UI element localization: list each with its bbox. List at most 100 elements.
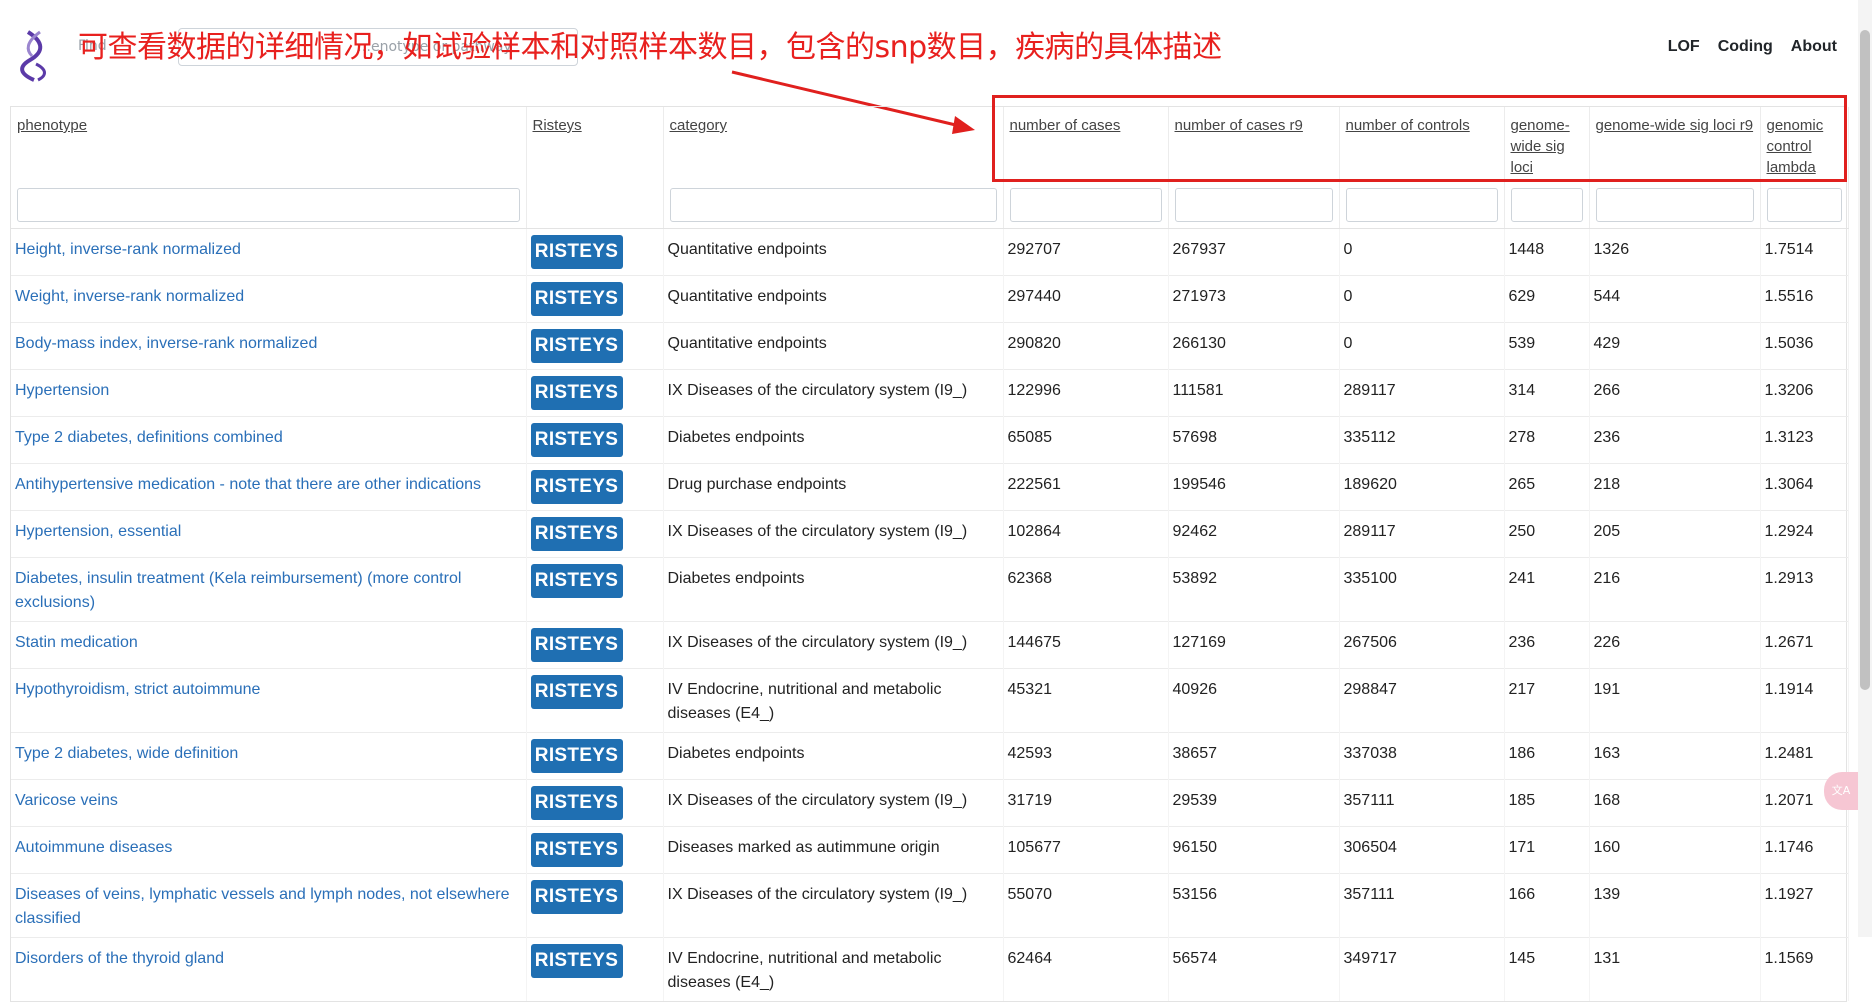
risteys-button[interactable]: RISTEYS xyxy=(530,423,623,457)
col-header-controls[interactable]: number of controls xyxy=(1339,107,1505,184)
cases-r9-cell: 266130 xyxy=(1172,335,1226,352)
phenotype-link[interactable]: Height, inverse-rank normalized xyxy=(15,241,241,258)
risteys-button[interactable]: RISTEYS xyxy=(530,376,623,410)
phenotype-link[interactable]: Antihypertensive medication - note that … xyxy=(15,476,481,493)
table-cell: Weight, inverse-rank normalized xyxy=(11,275,527,323)
table-cell: 290820 xyxy=(1003,322,1169,370)
table-cell: 241 xyxy=(1504,557,1590,622)
risteys-button[interactable]: RISTEYS xyxy=(530,739,623,773)
cases-cell: 65085 xyxy=(1007,429,1053,446)
risteys-button[interactable]: RISTEYS xyxy=(530,517,623,551)
col-header-lambda[interactable]: genomic control lambda xyxy=(1760,107,1849,184)
gw-sig-loci-r9-cell: 429 xyxy=(1593,335,1621,352)
phenotype-link[interactable]: Weight, inverse-rank normalized xyxy=(15,288,244,305)
table-cell: RISTEYS xyxy=(526,668,664,733)
scrollbar[interactable] xyxy=(1858,0,1872,937)
nav-lof[interactable]: LOF xyxy=(1668,38,1700,56)
table-cell: 278 xyxy=(1504,416,1590,464)
risteys-button[interactable]: RISTEYS xyxy=(530,833,623,867)
table-cell: IX Diseases of the circulatory system (I… xyxy=(663,779,1004,827)
table-cell: 163 xyxy=(1589,732,1761,780)
col-header-cases[interactable]: number of cases xyxy=(1003,107,1169,184)
cases-r9-cell: 29539 xyxy=(1172,792,1218,809)
table-cell: RISTEYS xyxy=(526,937,664,1001)
col-header-risteys[interactable]: Risteys xyxy=(526,107,664,184)
risteys-button[interactable]: RISTEYS xyxy=(530,944,623,978)
controls-cell: 289117 xyxy=(1343,523,1396,540)
col-header-category[interactable]: category xyxy=(663,107,1004,184)
lambda-cell: 1.5516 xyxy=(1764,288,1814,305)
cases-r9-cell: 53156 xyxy=(1172,886,1218,903)
phenotype-link[interactable]: Diabetes, insulin treatment (Kela reimbu… xyxy=(15,570,461,611)
table-cell: RISTEYS xyxy=(526,416,664,464)
table-cell: Diseases of veins, lymphatic vessels and… xyxy=(11,873,527,938)
cases-r9-cell: 199546 xyxy=(1172,476,1226,493)
table-cell: 349717 xyxy=(1339,937,1505,1001)
cases-r9-cell: 40926 xyxy=(1172,681,1218,698)
filter-lambda-input[interactable] xyxy=(1766,188,1842,222)
category-cell: IX Diseases of the circulatory system (I… xyxy=(667,634,968,651)
risteys-button[interactable]: RISTEYS xyxy=(530,628,623,662)
nav-coding[interactable]: Coding xyxy=(1718,38,1773,56)
phenotype-link[interactable]: Autoimmune diseases xyxy=(15,839,172,856)
filter-gw-sig-loci-r9-input[interactable] xyxy=(1595,188,1754,222)
risteys-button[interactable]: RISTEYS xyxy=(530,282,623,316)
table-cell: 185 xyxy=(1504,779,1590,827)
phenotype-link[interactable]: Body-mass index, inverse-rank normalized xyxy=(15,335,317,352)
phenotype-link[interactable]: Disorders of the thyroid gland xyxy=(15,950,224,967)
phenotype-link[interactable]: Type 2 diabetes, definitions combined xyxy=(15,429,283,446)
cases-r9-cell: 57698 xyxy=(1172,429,1218,446)
cases-r9-cell: 92462 xyxy=(1172,523,1218,540)
table-cell: 1.3206 xyxy=(1760,369,1849,417)
col-header-gw-sig-loci-r9[interactable]: genome-wide sig loci r9 xyxy=(1589,107,1761,184)
filter-cases-input[interactable] xyxy=(1009,188,1162,222)
table-cell: IX Diseases of the circulatory system (I… xyxy=(663,873,1004,938)
table-cell: RISTEYS xyxy=(526,557,664,622)
phenotype-link[interactable]: Hypothyroidism, strict autoimmune xyxy=(15,681,260,698)
table-row: Statin medication RISTEYS IX Diseases of t… xyxy=(11,621,1849,669)
nav-about[interactable]: About xyxy=(1791,38,1837,56)
table-cell: 357111 xyxy=(1339,779,1505,827)
table-cell: 216 xyxy=(1589,557,1761,622)
phenotype-link[interactable]: Statin medication xyxy=(15,634,138,651)
col-header-gw-sig-loci[interactable]: genome-wide sig loci xyxy=(1504,107,1590,184)
risteys-button[interactable]: RISTEYS xyxy=(530,675,623,709)
table-cell: 539 xyxy=(1504,322,1590,370)
filter-gw-sig-loci-input[interactable] xyxy=(1510,188,1583,222)
table-cell: RISTEYS xyxy=(526,732,664,780)
cases-r9-cell: 267937 xyxy=(1172,241,1226,258)
risteys-button[interactable]: RISTEYS xyxy=(530,564,623,598)
gw-sig-loci-r9-cell: 226 xyxy=(1593,634,1621,651)
filter-controls-input[interactable] xyxy=(1345,188,1498,222)
table-cell: 166 xyxy=(1504,873,1590,938)
filter-category-input[interactable] xyxy=(669,188,997,222)
col-header-phenotype[interactable]: phenotype xyxy=(11,107,527,184)
scrollbar-thumb[interactable] xyxy=(1860,30,1870,690)
filter-cases-r9-input[interactable] xyxy=(1174,188,1333,222)
category-cell: Quantitative endpoints xyxy=(667,288,827,305)
risteys-button[interactable]: RISTEYS xyxy=(530,880,623,914)
risteys-button[interactable]: RISTEYS xyxy=(530,235,623,269)
table-row: Hypertension RISTEYS IX Diseases of the ci… xyxy=(11,369,1849,417)
gw-sig-loci-r9-cell: 191 xyxy=(1593,681,1621,698)
table-cell: Type 2 diabetes, definitions combined xyxy=(11,416,527,464)
translate-float-icon[interactable]: 文A xyxy=(1824,772,1858,810)
controls-cell: 357111 xyxy=(1343,886,1395,903)
phenotype-link[interactable]: Varicose veins xyxy=(15,792,118,809)
lambda-cell: 1.1927 xyxy=(1764,886,1814,903)
controls-cell: 267506 xyxy=(1343,634,1397,651)
gw-sig-loci-r9-cell: 168 xyxy=(1593,792,1621,809)
risteys-button[interactable]: RISTEYS xyxy=(530,470,623,504)
filter-phenotype-input[interactable] xyxy=(17,188,520,222)
risteys-button[interactable]: RISTEYS xyxy=(530,786,623,820)
lambda-cell: 1.3206 xyxy=(1764,382,1814,399)
risteys-button[interactable]: RISTEYS xyxy=(530,329,623,363)
phenotype-link[interactable]: Type 2 diabetes, wide definition xyxy=(15,745,238,762)
phenotype-link[interactable]: Diseases of veins, lymphatic vessels and… xyxy=(15,886,509,927)
dna-helix-icon[interactable] xyxy=(18,30,52,82)
phenotype-link[interactable]: Hypertension, essential xyxy=(15,523,181,540)
table-row: Type 2 diabetes, wide definition RISTEYS D… xyxy=(11,732,1849,780)
col-header-cases-r9[interactable]: number of cases r9 xyxy=(1168,107,1340,184)
table-cell: 271973 xyxy=(1168,275,1340,323)
phenotype-link[interactable]: Hypertension xyxy=(15,382,109,399)
